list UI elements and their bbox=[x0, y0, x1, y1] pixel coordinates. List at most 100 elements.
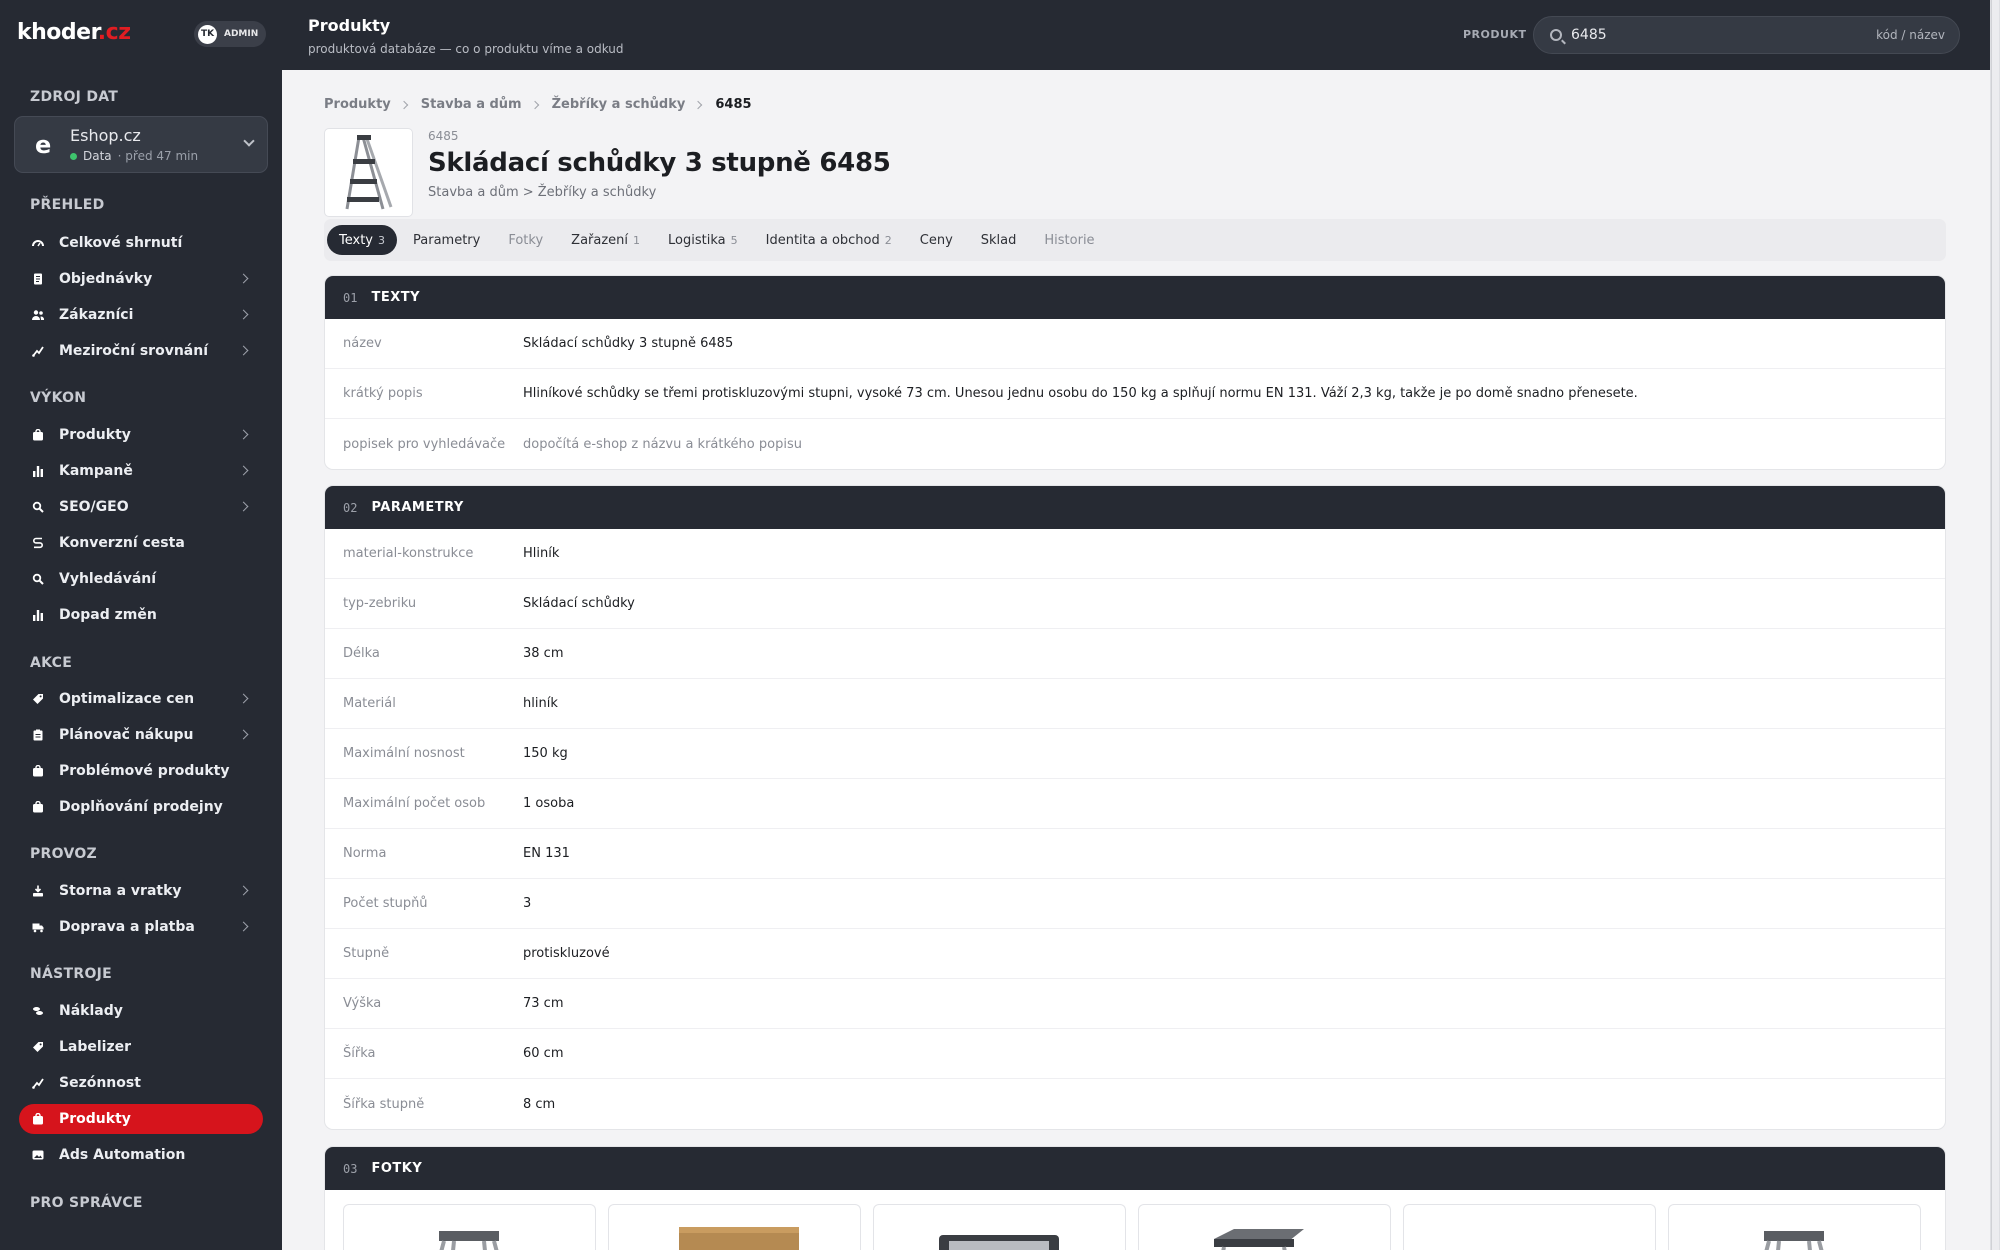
tab-photos[interactable]: Fotky bbox=[496, 225, 555, 255]
field-key: Maximální nosnost bbox=[343, 746, 465, 761]
tab-parameters[interactable]: Parametry bbox=[401, 225, 492, 255]
tab-count: 5 bbox=[730, 233, 738, 247]
nav-item-summary[interactable]: Celkové shrnutí bbox=[19, 228, 263, 258]
tab-prices[interactable]: Ceny bbox=[908, 225, 965, 255]
nav-item-yoy[interactable]: Meziroční srovnání bbox=[19, 336, 263, 366]
brand-logo[interactable]: khoder.cz bbox=[17, 20, 131, 45]
field-value: 150 kg bbox=[523, 746, 568, 761]
chevron-right-icon bbox=[399, 100, 409, 109]
field-key: Šířka stupně bbox=[343, 1096, 425, 1112]
card-title: PARAMETRY bbox=[371, 500, 464, 515]
step-ladder-image bbox=[1764, 1231, 1824, 1250]
data-source-selector[interactable]: e Eshop.cz Data · před 47 min bbox=[14, 116, 268, 173]
step-ladder-image bbox=[1214, 1229, 1304, 1250]
return-icon bbox=[32, 885, 44, 897]
source-status-age: · před 47 min bbox=[117, 149, 199, 163]
nav-item-seo-geo[interactable]: SEO/GEO bbox=[19, 492, 263, 522]
breadcrumb-link[interactable]: Produkty bbox=[324, 97, 391, 112]
texts-card: 01 TEXTY název Skládací schůdky 3 stupně 6… bbox=[324, 275, 1946, 470]
top-bar: Produkty produktová databáze — co o prod… bbox=[282, 0, 1990, 70]
nav-item-change-impact[interactable]: Dopad změn bbox=[19, 600, 263, 630]
nav-item-labelizer[interactable]: Labelizer bbox=[19, 1032, 263, 1062]
tab-label: Texty bbox=[339, 232, 373, 248]
field-value: 38 cm bbox=[523, 646, 564, 661]
tag-icon bbox=[32, 693, 44, 705]
tab-label: Ceny bbox=[919, 232, 953, 248]
nav-item-label: Náklady bbox=[59, 1003, 123, 1019]
nav-item-label: Celkové shrnutí bbox=[59, 235, 183, 251]
photo-thumbnail[interactable] bbox=[608, 1204, 861, 1250]
tab-count: 3 bbox=[378, 233, 385, 247]
section-tabs: Texty 3 Parametry Fotky Zařazení 1 Logisti… bbox=[324, 219, 1946, 261]
users-icon bbox=[32, 309, 44, 321]
photo-thumbnail[interactable] bbox=[343, 1204, 596, 1250]
nav-item-orders[interactable]: Objednávky bbox=[19, 264, 263, 294]
breadcrumb-link[interactable]: Stavba a dům bbox=[421, 97, 522, 112]
scrollbar-thumb[interactable] bbox=[1991, 0, 1999, 1250]
nav-item-conversion-path[interactable]: Konverzní cesta bbox=[19, 528, 263, 558]
card-number: 02 bbox=[343, 500, 358, 515]
nav-item-label: SEO/GEO bbox=[59, 499, 129, 515]
product-code: 6485 bbox=[428, 129, 459, 143]
table-row: Výška 73 cm bbox=[325, 979, 1945, 1029]
step-ladder-image bbox=[345, 134, 392, 209]
coins-icon bbox=[32, 1005, 44, 1017]
nav-item-campaigns[interactable]: Kampaně bbox=[19, 456, 263, 486]
card-header: 02 PARAMETRY bbox=[325, 486, 1945, 529]
product-search[interactable]: kód / název bbox=[1533, 16, 1960, 54]
nav-item-label: Konverzní cesta bbox=[59, 535, 185, 551]
nav-item-price-optimization[interactable]: Optimalizace cen bbox=[19, 684, 263, 714]
nav-item-problem-products[interactable]: Problémové produkty bbox=[19, 756, 263, 786]
field-key: Materiál bbox=[343, 696, 396, 711]
tab-history[interactable]: Historie bbox=[1032, 225, 1106, 255]
nav-item-products-tool[interactable]: Produkty bbox=[19, 1104, 263, 1134]
nav-item-label: Vyhledávání bbox=[59, 571, 157, 587]
section-heading-operations: PROVOZ bbox=[30, 846, 98, 862]
nav-item-search[interactable]: Vyhledávání bbox=[19, 564, 263, 594]
nav-item-returns[interactable]: Storna a vratky bbox=[19, 876, 263, 906]
nav-item-purchase-planner[interactable]: Plánovač nákupu bbox=[19, 720, 263, 750]
tab-identity-trade[interactable]: Identita a obchod 2 bbox=[754, 225, 904, 255]
field-value: 8 cm bbox=[523, 1096, 556, 1112]
table-row: Šířka 60 cm bbox=[325, 1029, 1945, 1079]
nav-item-label: Ads Automation bbox=[59, 1147, 186, 1163]
user-badge[interactable]: TK ADMIN bbox=[194, 21, 266, 47]
product-search-input[interactable] bbox=[1571, 23, 1841, 47]
source-status: Data · před 47 min bbox=[70, 149, 198, 163]
avatar: TK bbox=[198, 24, 217, 44]
table-row: typ-zebriku Skládací schůdky bbox=[325, 579, 1945, 629]
table-row: Maximální nosnost 150 kg bbox=[325, 729, 1945, 779]
photo-thumbnail[interactable] bbox=[1668, 1204, 1921, 1250]
nav-item-seasonality[interactable]: Sezónnost bbox=[19, 1068, 263, 1098]
tab-label: Identita a obchod bbox=[765, 232, 880, 248]
tab-count: 2 bbox=[884, 233, 892, 247]
tab-stock[interactable]: Sklad bbox=[969, 225, 1029, 255]
field-key: Délka bbox=[343, 646, 380, 661]
field-value: dopočítá e-shop z názvu a krátkého popis… bbox=[523, 436, 802, 452]
nav-item-label: Doprava a platba bbox=[59, 919, 195, 935]
chevron-right-icon bbox=[238, 309, 249, 320]
nav-item-products[interactable]: Produkty bbox=[19, 420, 263, 450]
tab-classification[interactable]: Zařazení 1 bbox=[559, 225, 652, 255]
tab-label: Zařazení bbox=[571, 232, 629, 248]
nav-item-shipping-payment[interactable]: Doprava a platba bbox=[19, 912, 263, 942]
step-ladder-image bbox=[439, 1231, 499, 1250]
chevron-right-icon bbox=[238, 729, 249, 740]
nav-item-label: Kampaně bbox=[59, 463, 133, 479]
nav-item-costs[interactable]: Náklady bbox=[19, 996, 263, 1026]
nav-item-label: Sezónnost bbox=[59, 1075, 141, 1091]
nav-item-store-replenishment[interactable]: Doplňování prodejny bbox=[19, 792, 263, 822]
nav-item-customers[interactable]: Zákazníci bbox=[19, 300, 263, 330]
product-thumbnail[interactable] bbox=[324, 128, 413, 217]
nav-item-label: Optimalizace cen bbox=[59, 691, 195, 707]
photo-thumbnail[interactable] bbox=[1403, 1204, 1656, 1250]
tab-logistics[interactable]: Logistika 5 bbox=[656, 225, 750, 255]
tab-texts[interactable]: Texty 3 bbox=[327, 225, 397, 255]
breadcrumb-link[interactable]: Žebříky a schůdky bbox=[552, 97, 686, 112]
bag-icon bbox=[32, 765, 44, 777]
status-dot-icon bbox=[70, 152, 77, 160]
photo-thumbnail[interactable] bbox=[1138, 1204, 1391, 1250]
nav-item-ads-automation[interactable]: Ads Automation bbox=[19, 1140, 263, 1170]
field-key: typ-zebriku bbox=[343, 596, 417, 611]
photo-thumbnail[interactable] bbox=[873, 1204, 1126, 1250]
